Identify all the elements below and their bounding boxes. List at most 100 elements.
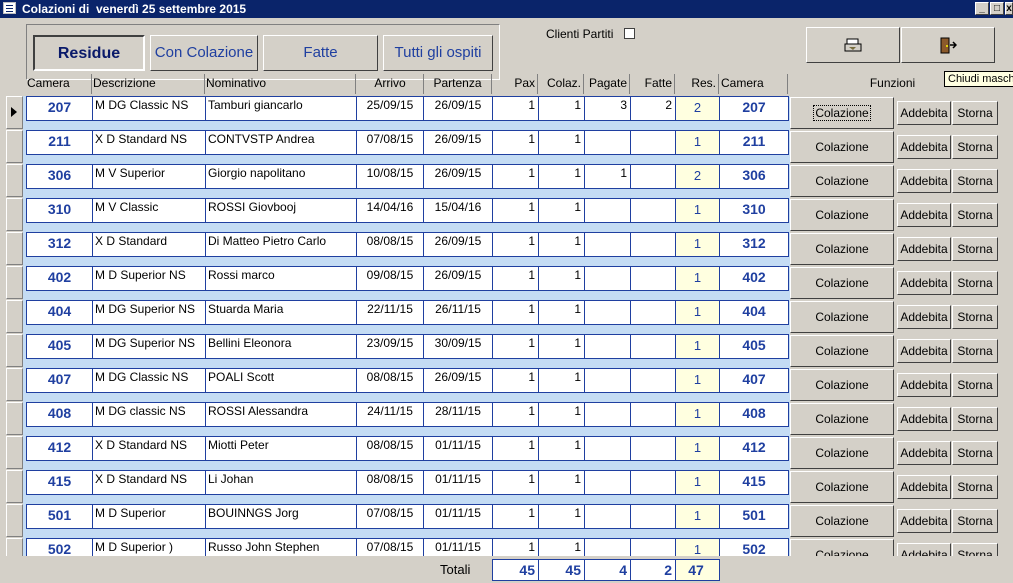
cell-descrizione[interactable]: X D Standard NS bbox=[92, 436, 206, 461]
cell-camera[interactable]: 407 bbox=[26, 368, 93, 393]
record-selector[interactable] bbox=[6, 232, 23, 265]
addebita-button[interactable]: Addebita bbox=[897, 271, 951, 295]
cell-partenza[interactable]: 01/11/15 bbox=[423, 470, 493, 495]
cell-pagate[interactable]: 3 bbox=[584, 96, 631, 121]
addebita-button[interactable]: Addebita bbox=[897, 339, 951, 363]
addebita-button[interactable]: Addebita bbox=[897, 407, 951, 431]
cell-fatte[interactable] bbox=[630, 164, 676, 189]
cell-descrizione[interactable]: M DG Superior NS bbox=[92, 300, 206, 325]
cell-nominativo[interactable]: Di Matteo Pietro Carlo bbox=[205, 232, 357, 257]
cell-fatte[interactable] bbox=[630, 368, 676, 393]
cell-descrizione[interactable]: M D Superior NS bbox=[92, 266, 206, 291]
cell-pax[interactable]: 1 bbox=[492, 198, 539, 223]
cell-pagate[interactable] bbox=[584, 402, 631, 427]
cell-partenza[interactable]: 01/11/15 bbox=[423, 504, 493, 529]
cell-pagate[interactable] bbox=[584, 266, 631, 291]
cell-camera-2[interactable]: 412 bbox=[719, 436, 789, 461]
cell-descrizione[interactable]: X D Standard NS bbox=[92, 470, 206, 495]
cell-arrivo[interactable]: 14/04/16 bbox=[356, 198, 424, 223]
colazione-button[interactable]: Colazione bbox=[790, 267, 894, 299]
cell-colaz[interactable]: 1 bbox=[538, 198, 585, 223]
cell-res[interactable]: 1 bbox=[675, 198, 720, 223]
cell-res[interactable]: 1 bbox=[675, 470, 720, 495]
cell-partenza[interactable]: 26/09/15 bbox=[423, 164, 493, 189]
addebita-button[interactable]: Addebita bbox=[897, 543, 951, 556]
cell-camera-2[interactable]: 404 bbox=[719, 300, 789, 325]
cell-descrizione[interactable]: M V Classic bbox=[92, 198, 206, 223]
cell-descrizione[interactable]: M DG Superior NS bbox=[92, 334, 206, 359]
tab-con-colazione[interactable]: Con Colazione bbox=[150, 35, 258, 71]
cell-camera[interactable]: 404 bbox=[26, 300, 93, 325]
cell-pagate[interactable] bbox=[584, 232, 631, 257]
cell-colaz[interactable]: 1 bbox=[538, 300, 585, 325]
record-selector[interactable] bbox=[6, 164, 23, 197]
cell-pax[interactable]: 1 bbox=[492, 130, 539, 155]
storna-button[interactable]: Storna bbox=[952, 135, 998, 159]
cell-partenza[interactable]: 26/09/15 bbox=[423, 266, 493, 291]
cell-camera-2[interactable]: 207 bbox=[719, 96, 789, 121]
cell-pax[interactable]: 1 bbox=[492, 436, 539, 461]
cell-pagate[interactable] bbox=[584, 334, 631, 359]
cell-camera[interactable]: 310 bbox=[26, 198, 93, 223]
cell-camera-2[interactable]: 310 bbox=[719, 198, 789, 223]
cell-colaz[interactable]: 1 bbox=[538, 470, 585, 495]
cell-res[interactable]: 1 bbox=[675, 504, 720, 529]
addebita-button[interactable]: Addebita bbox=[897, 509, 951, 533]
cell-pax[interactable]: 1 bbox=[492, 232, 539, 257]
cell-nominativo[interactable]: Russo John Stephen bbox=[205, 538, 357, 556]
cell-nominativo[interactable]: Stuarda Maria bbox=[205, 300, 357, 325]
cell-camera-2[interactable]: 408 bbox=[719, 402, 789, 427]
cell-descrizione[interactable]: X D Standard NS bbox=[92, 130, 206, 155]
cell-res[interactable]: 2 bbox=[675, 96, 720, 121]
cell-nominativo[interactable]: Tamburi giancarlo bbox=[205, 96, 357, 121]
cell-colaz[interactable]: 1 bbox=[538, 538, 585, 556]
cell-partenza[interactable]: 26/11/15 bbox=[423, 300, 493, 325]
record-selector[interactable] bbox=[6, 266, 23, 299]
record-selector[interactable] bbox=[6, 96, 23, 129]
cell-camera-2[interactable]: 405 bbox=[719, 334, 789, 359]
minimize-button[interactable]: _ bbox=[975, 2, 989, 15]
storna-button[interactable]: Storna bbox=[952, 373, 998, 397]
cell-partenza[interactable]: 26/09/15 bbox=[423, 130, 493, 155]
cell-arrivo[interactable]: 08/08/15 bbox=[356, 232, 424, 257]
cell-nominativo[interactable]: Giorgio napolitano bbox=[205, 164, 357, 189]
cell-arrivo[interactable]: 10/08/15 bbox=[356, 164, 424, 189]
clienti-partiti-checkbox[interactable] bbox=[624, 28, 635, 39]
cell-camera[interactable]: 501 bbox=[26, 504, 93, 529]
record-selector[interactable] bbox=[6, 334, 23, 367]
cell-descrizione[interactable]: X D Standard bbox=[92, 232, 206, 257]
record-selector[interactable] bbox=[6, 402, 23, 435]
record-selector[interactable] bbox=[6, 436, 23, 469]
storna-button[interactable]: Storna bbox=[952, 339, 998, 363]
cell-nominativo[interactable]: BOUINNGS Jorg bbox=[205, 504, 357, 529]
cell-camera-2[interactable]: 415 bbox=[719, 470, 789, 495]
cell-pax[interactable]: 1 bbox=[492, 266, 539, 291]
cell-partenza[interactable]: 01/11/15 bbox=[423, 436, 493, 461]
cell-pagate[interactable] bbox=[584, 504, 631, 529]
record-selector[interactable] bbox=[6, 504, 23, 537]
cell-camera[interactable]: 207 bbox=[26, 96, 93, 121]
storna-button[interactable]: Storna bbox=[952, 509, 998, 533]
cell-camera[interactable]: 211 bbox=[26, 130, 93, 155]
cell-res[interactable]: 1 bbox=[675, 300, 720, 325]
cell-colaz[interactable]: 1 bbox=[538, 96, 585, 121]
cell-colaz[interactable]: 1 bbox=[538, 504, 585, 529]
cell-nominativo[interactable]: POALI Scott bbox=[205, 368, 357, 393]
cell-camera[interactable]: 408 bbox=[26, 402, 93, 427]
cell-pax[interactable]: 1 bbox=[492, 96, 539, 121]
cell-fatte[interactable] bbox=[630, 300, 676, 325]
close-form-button[interactable] bbox=[901, 27, 995, 63]
addebita-button[interactable]: Addebita bbox=[897, 373, 951, 397]
storna-button[interactable]: Storna bbox=[952, 203, 998, 227]
colazione-button[interactable]: Colazione bbox=[790, 505, 894, 537]
cell-res[interactable]: 1 bbox=[675, 232, 720, 257]
addebita-button[interactable]: Addebita bbox=[897, 169, 951, 193]
cell-fatte[interactable] bbox=[630, 504, 676, 529]
addebita-button[interactable]: Addebita bbox=[897, 237, 951, 261]
cell-colaz[interactable]: 1 bbox=[538, 232, 585, 257]
cell-nominativo[interactable]: Rossi marco bbox=[205, 266, 357, 291]
record-selector[interactable] bbox=[6, 300, 23, 333]
cell-res[interactable]: 1 bbox=[675, 334, 720, 359]
cell-arrivo[interactable]: 08/08/15 bbox=[356, 368, 424, 393]
cell-res[interactable]: 1 bbox=[675, 436, 720, 461]
